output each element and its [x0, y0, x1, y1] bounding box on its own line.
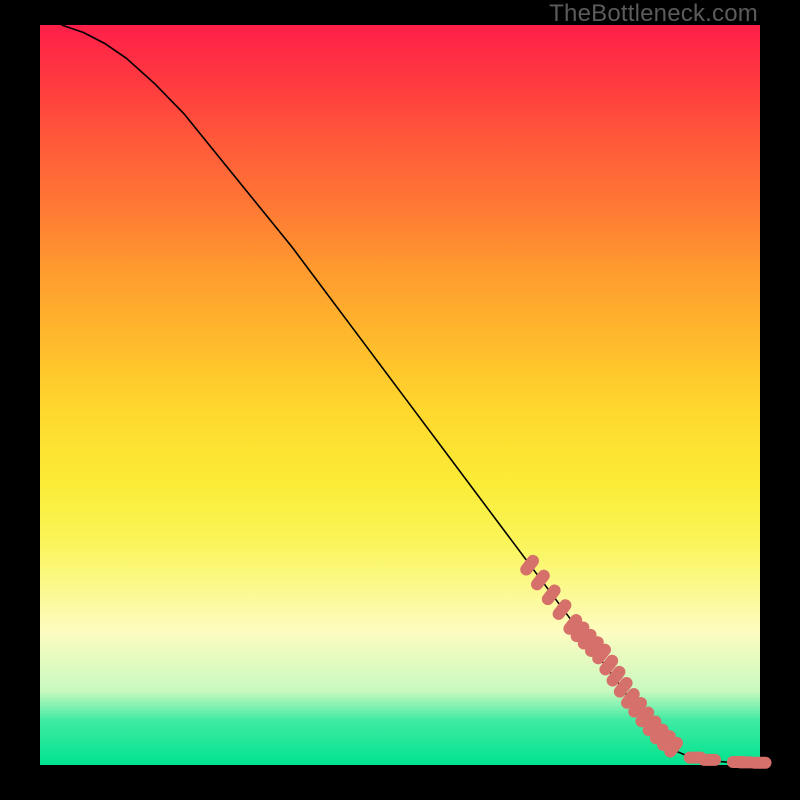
curve-line	[62, 25, 760, 763]
chart-plot	[40, 25, 760, 765]
data-marker	[699, 754, 721, 765]
markers-group	[518, 553, 771, 768]
watermark-text: TheBottleneck.com	[549, 0, 758, 28]
data-marker	[749, 757, 771, 768]
